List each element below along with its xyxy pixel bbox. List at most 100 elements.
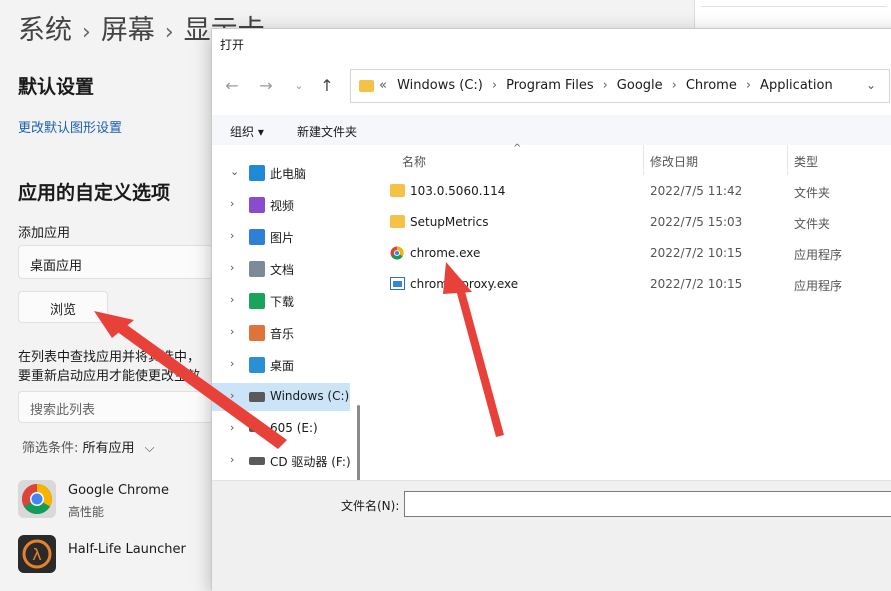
folder-icon (390, 215, 405, 228)
desktop-icon (249, 357, 265, 373)
up-button[interactable]: ↑ (316, 75, 338, 97)
monitor-icon (249, 165, 265, 181)
open-file-dialog: 打开 ← → ⌄ ↑ « Windows (C:) › Program Files ›… (211, 28, 891, 591)
filter-label: 筛选条件: (22, 441, 83, 456)
music-icon (249, 325, 265, 341)
column-header-type[interactable]: 类型 (794, 153, 818, 170)
collapsed-chevron-icon[interactable]: › (230, 325, 234, 338)
file-date: 2022/7/5 11:42 (650, 184, 743, 198)
collapsed-chevron-icon[interactable]: › (230, 421, 234, 434)
sort-ascending-icon: ^ (513, 143, 522, 154)
filter-dropdown[interactable]: 筛选条件: 所有应用 ⌵ (22, 437, 155, 456)
column-divider[interactable] (787, 145, 788, 175)
collapsed-chevron-icon[interactable]: › (230, 261, 234, 274)
nav-label: 此电脑 (270, 167, 307, 181)
address-history-chevron-icon[interactable]: ⌄ (866, 78, 876, 92)
nav-label: 下载 (270, 295, 295, 309)
chrome-icon (390, 246, 404, 260)
address-crumb-google[interactable]: Google (617, 78, 663, 93)
address-overflow[interactable]: « (379, 78, 387, 93)
file-row-folder-103[interactable]: 103.0.5060.114 2022/7/5 11:42 文件夹 (368, 177, 891, 207)
filter-value: 所有应用 (82, 441, 135, 456)
address-crumb-drive[interactable]: Windows (C:) (397, 78, 483, 93)
navigation-pane: ⌄ 此电脑 › 视频 › 图片 › 文档 › 下载 › 音乐 › 桌面 › Wi… (212, 145, 360, 540)
chrome-logo-icon (21, 484, 53, 515)
new-folder-button[interactable]: 新建文件夹 (297, 123, 357, 140)
documents-icon (249, 261, 265, 277)
drive-icon (249, 426, 265, 432)
breadcrumb-item-system[interactable]: 系统 (18, 15, 72, 46)
nav-item-windows-c[interactable]: › Windows (C:) (212, 383, 350, 411)
folder-icon (390, 184, 405, 197)
column-header-name[interactable]: 名称 (402, 153, 426, 170)
nav-label: 文档 (270, 263, 295, 277)
expanded-chevron-icon[interactable]: ⌄ (230, 165, 239, 178)
app-type-dropdown[interactable]: 桌面应用 (18, 245, 220, 279)
file-row-setupmetrics[interactable]: SetupMetrics 2022/7/5 15:03 文件夹 (368, 208, 891, 238)
address-crumb-application[interactable]: Application (760, 78, 833, 93)
nav-item-videos[interactable]: › 视频 (212, 191, 350, 219)
nav-label: 桌面 (270, 359, 295, 373)
arrow-right-icon: → (259, 76, 273, 95)
chevron-down-icon: ⌄ (294, 79, 304, 92)
google-chrome-app-icon (18, 480, 56, 518)
file-row-chrome-proxy-exe[interactable]: chrome_proxy.exe 2022/7/2 10:15 应用程序 (368, 270, 891, 300)
address-crumb-program-files[interactable]: Program Files (506, 78, 594, 93)
collapsed-chevron-icon[interactable]: › (230, 229, 234, 242)
collapsed-chevron-icon[interactable]: › (230, 453, 234, 466)
nav-item-605-e[interactable]: › 605 (E:) (212, 415, 350, 443)
column-divider[interactable] (643, 145, 644, 175)
dialog-footer: 文件名(N): (212, 480, 891, 591)
collapsed-chevron-icon[interactable]: › (230, 389, 234, 402)
file-list: ^ 名称 修改日期 类型 103.0.5060.114 2022/7/5 11:… (368, 143, 891, 480)
file-date: 2022/7/5 15:03 (650, 215, 743, 229)
file-name: chrome.exe (410, 246, 481, 260)
collapsed-chevron-icon[interactable]: › (230, 357, 234, 370)
nav-label: 视频 (270, 199, 295, 213)
download-icon (249, 293, 265, 309)
background-window-fragment (694, 0, 891, 28)
video-icon (249, 197, 265, 213)
executable-icon (390, 277, 405, 290)
change-default-graphics-link[interactable]: 更改默认图形设置 (18, 117, 122, 136)
file-name: 103.0.5060.114 (410, 184, 506, 198)
filename-input[interactable] (404, 491, 891, 517)
collapsed-chevron-icon[interactable]: › (230, 197, 234, 210)
collapsed-chevron-icon[interactable]: › (230, 293, 234, 306)
breadcrumb-item-display[interactable]: 屏幕 (101, 15, 155, 46)
back-button[interactable]: ← (221, 75, 243, 97)
app-type-value: 桌面应用 (30, 259, 83, 274)
nav-item-pictures[interactable]: › 图片 (212, 223, 350, 251)
recent-locations-button[interactable]: ⌄ (288, 75, 310, 97)
arrow-up-icon: ↑ (320, 76, 334, 95)
address-bar[interactable]: « Windows (C:) › Program Files › Google › Chro… (350, 69, 890, 103)
search-list-placeholder: 搜索此列表 (30, 403, 96, 418)
app-name-half-life: Half-Life Launcher (68, 542, 186, 557)
svg-text:λ: λ (32, 545, 41, 564)
file-row-chrome-exe[interactable]: chrome.exe 2022/7/2 10:15 应用程序 (368, 239, 891, 269)
forward-button[interactable]: → (255, 75, 277, 97)
file-name: SetupMetrics (410, 215, 489, 229)
nav-item-documents[interactable]: › 文档 (212, 255, 350, 283)
nav-item-cd-drive-f[interactable]: › CD 驱动器 (F:) (212, 447, 351, 475)
lambda-icon: λ (22, 539, 52, 569)
search-list-input[interactable]: 搜索此列表 (18, 391, 220, 423)
drive-icon (249, 392, 265, 402)
file-date: 2022/7/2 10:15 (650, 246, 743, 260)
nav-item-this-pc[interactable]: ⌄ 此电脑 (212, 159, 350, 187)
nav-item-music[interactable]: › 音乐 (212, 319, 350, 347)
browse-button-label: 浏览 (50, 303, 77, 318)
browse-button[interactable]: 浏览 (18, 291, 108, 323)
file-type: 文件夹 (794, 217, 831, 231)
description-line2: 要重新启动应用才能使更改生效 (18, 369, 201, 384)
nav-item-downloads[interactable]: › 下载 (212, 287, 350, 315)
address-crumb-chrome[interactable]: Chrome (686, 78, 737, 93)
organize-button[interactable]: 组织 ▾ (230, 123, 264, 140)
app-name-chrome: Google Chrome (68, 483, 169, 498)
nav-item-desktop[interactable]: › 桌面 (212, 351, 350, 379)
nav-label: 图片 (270, 231, 295, 245)
folder-icon (359, 80, 374, 92)
dialog-title: 打开 (220, 38, 245, 52)
nav-label: CD 驱动器 (F:) (270, 455, 351, 469)
column-header-date[interactable]: 修改日期 (650, 153, 698, 170)
